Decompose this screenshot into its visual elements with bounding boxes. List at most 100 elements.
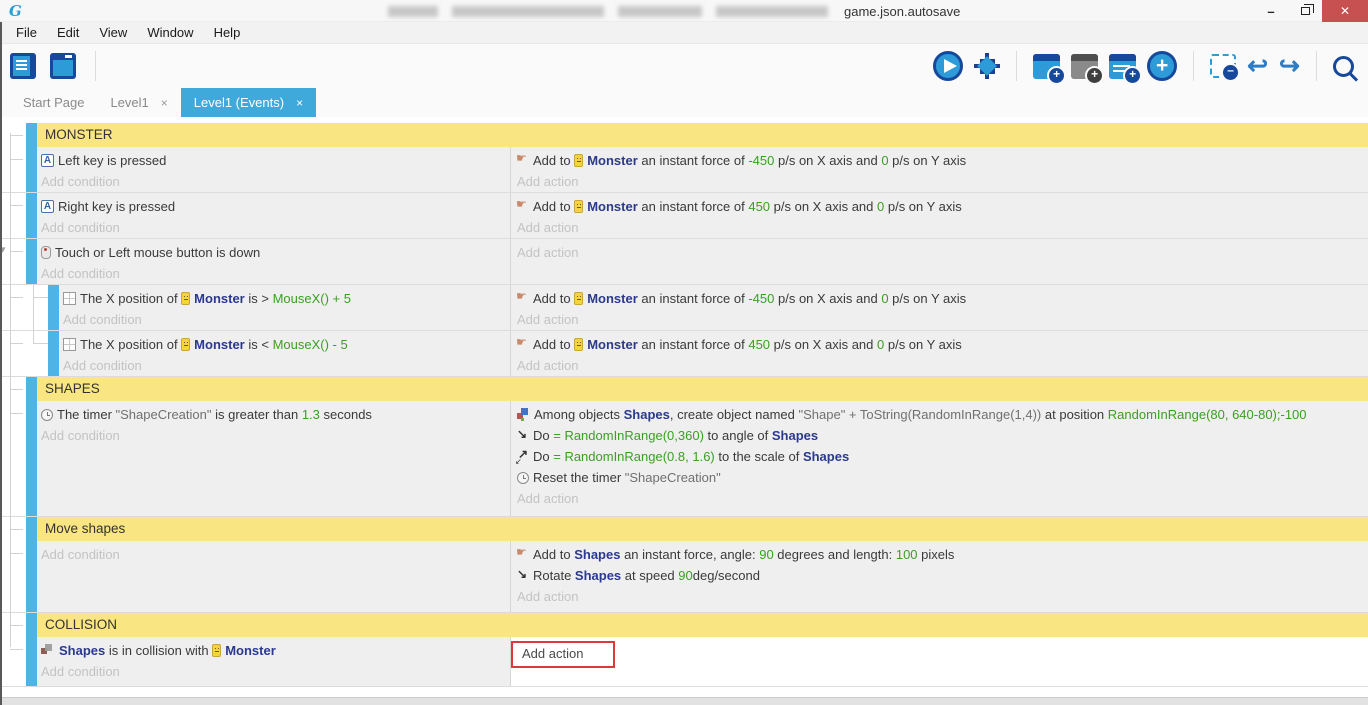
- condition-line[interactable]: Add condition: [41, 263, 510, 284]
- add-condition-placeholder[interactable]: Add condition: [41, 664, 120, 679]
- event-tree-gutter-collapse-arrow[interactable]: [0, 239, 26, 284]
- project-manager-button[interactable]: [10, 53, 36, 79]
- keyboard-icon: [41, 200, 54, 213]
- tab-level1-events[interactable]: Level1 (Events)×: [181, 88, 316, 117]
- condition-line[interactable]: Add condition: [41, 425, 510, 446]
- event-tree-gutter: [0, 331, 26, 376]
- condition-line[interactable]: Left key is pressed: [41, 150, 510, 171]
- action-text: 0: [881, 153, 888, 168]
- add-action-placeholder[interactable]: Add action: [517, 358, 578, 373]
- action-text: Add to: [533, 153, 574, 168]
- redo-button[interactable]: [1279, 53, 1300, 79]
- restore-button[interactable]: [1288, 0, 1322, 22]
- action-line[interactable]: Add to Monster an instant force of 450 p…: [517, 334, 1368, 355]
- tab-start-page[interactable]: Start Page: [10, 88, 97, 117]
- add-condition-placeholder[interactable]: Add condition: [41, 428, 120, 443]
- add-condition-placeholder[interactable]: Add condition: [63, 358, 142, 373]
- close-tab-icon[interactable]: ×: [161, 96, 168, 110]
- conditions-cell: Left key is pressed Add condition: [37, 147, 511, 192]
- condition-text: is in collision with: [105, 643, 212, 658]
- add-event-button[interactable]: [1033, 54, 1060, 79]
- condition-line[interactable]: Shapes is in collision with Monster: [41, 640, 510, 661]
- add-condition-placeholder[interactable]: Add condition: [41, 220, 120, 235]
- condition-line[interactable]: Add condition: [41, 217, 510, 238]
- action-text: = RandomInRange(0,360): [553, 428, 704, 443]
- search-button[interactable]: [1333, 56, 1354, 77]
- add-action-placeholder[interactable]: Add action: [517, 312, 578, 327]
- event-tree-gutter: [0, 637, 26, 686]
- actions-cell: Among objects Shapes, create object name…: [511, 401, 1368, 516]
- minimize-button[interactable]: –: [1254, 0, 1288, 22]
- menu-window[interactable]: Window: [137, 25, 203, 40]
- condition-line[interactable]: Add condition: [63, 355, 510, 376]
- highlighted-add-action[interactable]: Add action: [511, 641, 615, 668]
- event-tree-gutter: [0, 613, 26, 637]
- add-subevent-button[interactable]: [1071, 54, 1098, 79]
- toolbar-separator: [1316, 51, 1317, 81]
- timer-icon: [517, 472, 529, 484]
- add-condition-placeholder[interactable]: Add condition: [41, 547, 120, 562]
- event-group-header[interactable]: COLLISION: [37, 613, 1368, 637]
- add-condition-placeholder[interactable]: Add condition: [41, 266, 120, 281]
- menu-file[interactable]: File: [6, 25, 47, 40]
- play-button[interactable]: [933, 51, 963, 81]
- event-selection-bar: [48, 331, 59, 376]
- add-action-placeholder[interactable]: Add action: [517, 174, 578, 189]
- condition-text: Touch or Left mouse button is down: [55, 245, 260, 260]
- action-line[interactable]: Add action: [517, 217, 1368, 238]
- action-line[interactable]: Add action: [517, 355, 1368, 376]
- action-line[interactable]: Add action: [517, 640, 1368, 668]
- action-line[interactable]: Add to Shapes an instant force, angle: 9…: [517, 544, 1368, 565]
- event-group-header[interactable]: Move shapes: [37, 517, 1368, 541]
- add-action-placeholder[interactable]: Add action: [517, 491, 578, 506]
- condition-line[interactable]: Add condition: [63, 309, 510, 330]
- add-condition-placeholder[interactable]: Add condition: [41, 174, 120, 189]
- action-line[interactable]: Reset the timer "ShapeCreation": [517, 467, 1368, 488]
- menu-help[interactable]: Help: [204, 25, 251, 40]
- condition-line[interactable]: Add condition: [41, 661, 510, 682]
- condition-line[interactable]: Right key is pressed: [41, 196, 510, 217]
- menu-view[interactable]: View: [89, 25, 137, 40]
- condition-text: MouseX() + 5: [273, 291, 351, 306]
- event-tree-gutter: [0, 401, 26, 516]
- action-text: an instant force of: [638, 153, 749, 168]
- action-line[interactable]: Add to Monster an instant force of -450 …: [517, 288, 1368, 309]
- condition-text: Monster: [194, 291, 245, 306]
- condition-line[interactable]: The X position of Monster is < MouseX() …: [63, 334, 510, 355]
- action-line[interactable]: Among objects Shapes, create object name…: [517, 404, 1368, 425]
- scene-edit-button[interactable]: [50, 53, 76, 79]
- action-line[interactable]: Add to Monster an instant force of -450 …: [517, 150, 1368, 171]
- event-row: The timer "ShapeCreation" is greater tha…: [0, 401, 1368, 517]
- add-other-button[interactable]: [1147, 51, 1177, 81]
- debug-button[interactable]: [974, 53, 1000, 79]
- action-line[interactable]: Add action: [517, 171, 1368, 192]
- condition-line[interactable]: The timer "ShapeCreation" is greater tha…: [41, 404, 510, 425]
- close-button[interactable]: ✕: [1322, 0, 1368, 22]
- action-line[interactable]: Do = RandomInRange(0,360) to angle of Sh…: [517, 425, 1368, 446]
- action-line[interactable]: Rotate Shapes at speed 90deg/second: [517, 565, 1368, 586]
- condition-line[interactable]: Touch or Left mouse button is down: [41, 242, 510, 263]
- event-tree-gutter: [0, 123, 26, 147]
- undo-button[interactable]: [1247, 53, 1268, 79]
- add-condition-placeholder[interactable]: Add condition: [63, 312, 142, 327]
- action-line[interactable]: Do = RandomInRange(0.8, 1.6) to the scal…: [517, 446, 1368, 467]
- add-comment-button[interactable]: [1109, 54, 1136, 79]
- add-action-placeholder[interactable]: Add action: [517, 245, 578, 260]
- condition-line[interactable]: Add condition: [41, 544, 510, 565]
- action-line[interactable]: Add to Monster an instant force of 450 p…: [517, 196, 1368, 217]
- condition-line[interactable]: Add condition: [41, 171, 510, 192]
- menu-edit[interactable]: Edit: [47, 25, 89, 40]
- event-group-header[interactable]: MONSTER: [37, 123, 1368, 147]
- action-line[interactable]: Add action: [517, 242, 1368, 263]
- close-tab-icon[interactable]: ×: [296, 96, 303, 110]
- add-action-placeholder[interactable]: Add action: [517, 589, 578, 604]
- action-line[interactable]: Add action: [517, 586, 1368, 607]
- condition-line[interactable]: The X position of Monster is > MouseX() …: [63, 288, 510, 309]
- add-action-placeholder[interactable]: Add action: [517, 220, 578, 235]
- delete-event-button[interactable]: [1210, 54, 1236, 78]
- action-line[interactable]: Add action: [517, 488, 1368, 509]
- action-text: 450: [748, 337, 770, 352]
- event-group-header[interactable]: SHAPES: [37, 377, 1368, 401]
- action-line[interactable]: Add action: [517, 309, 1368, 330]
- tab-level1[interactable]: Level1×: [97, 88, 180, 117]
